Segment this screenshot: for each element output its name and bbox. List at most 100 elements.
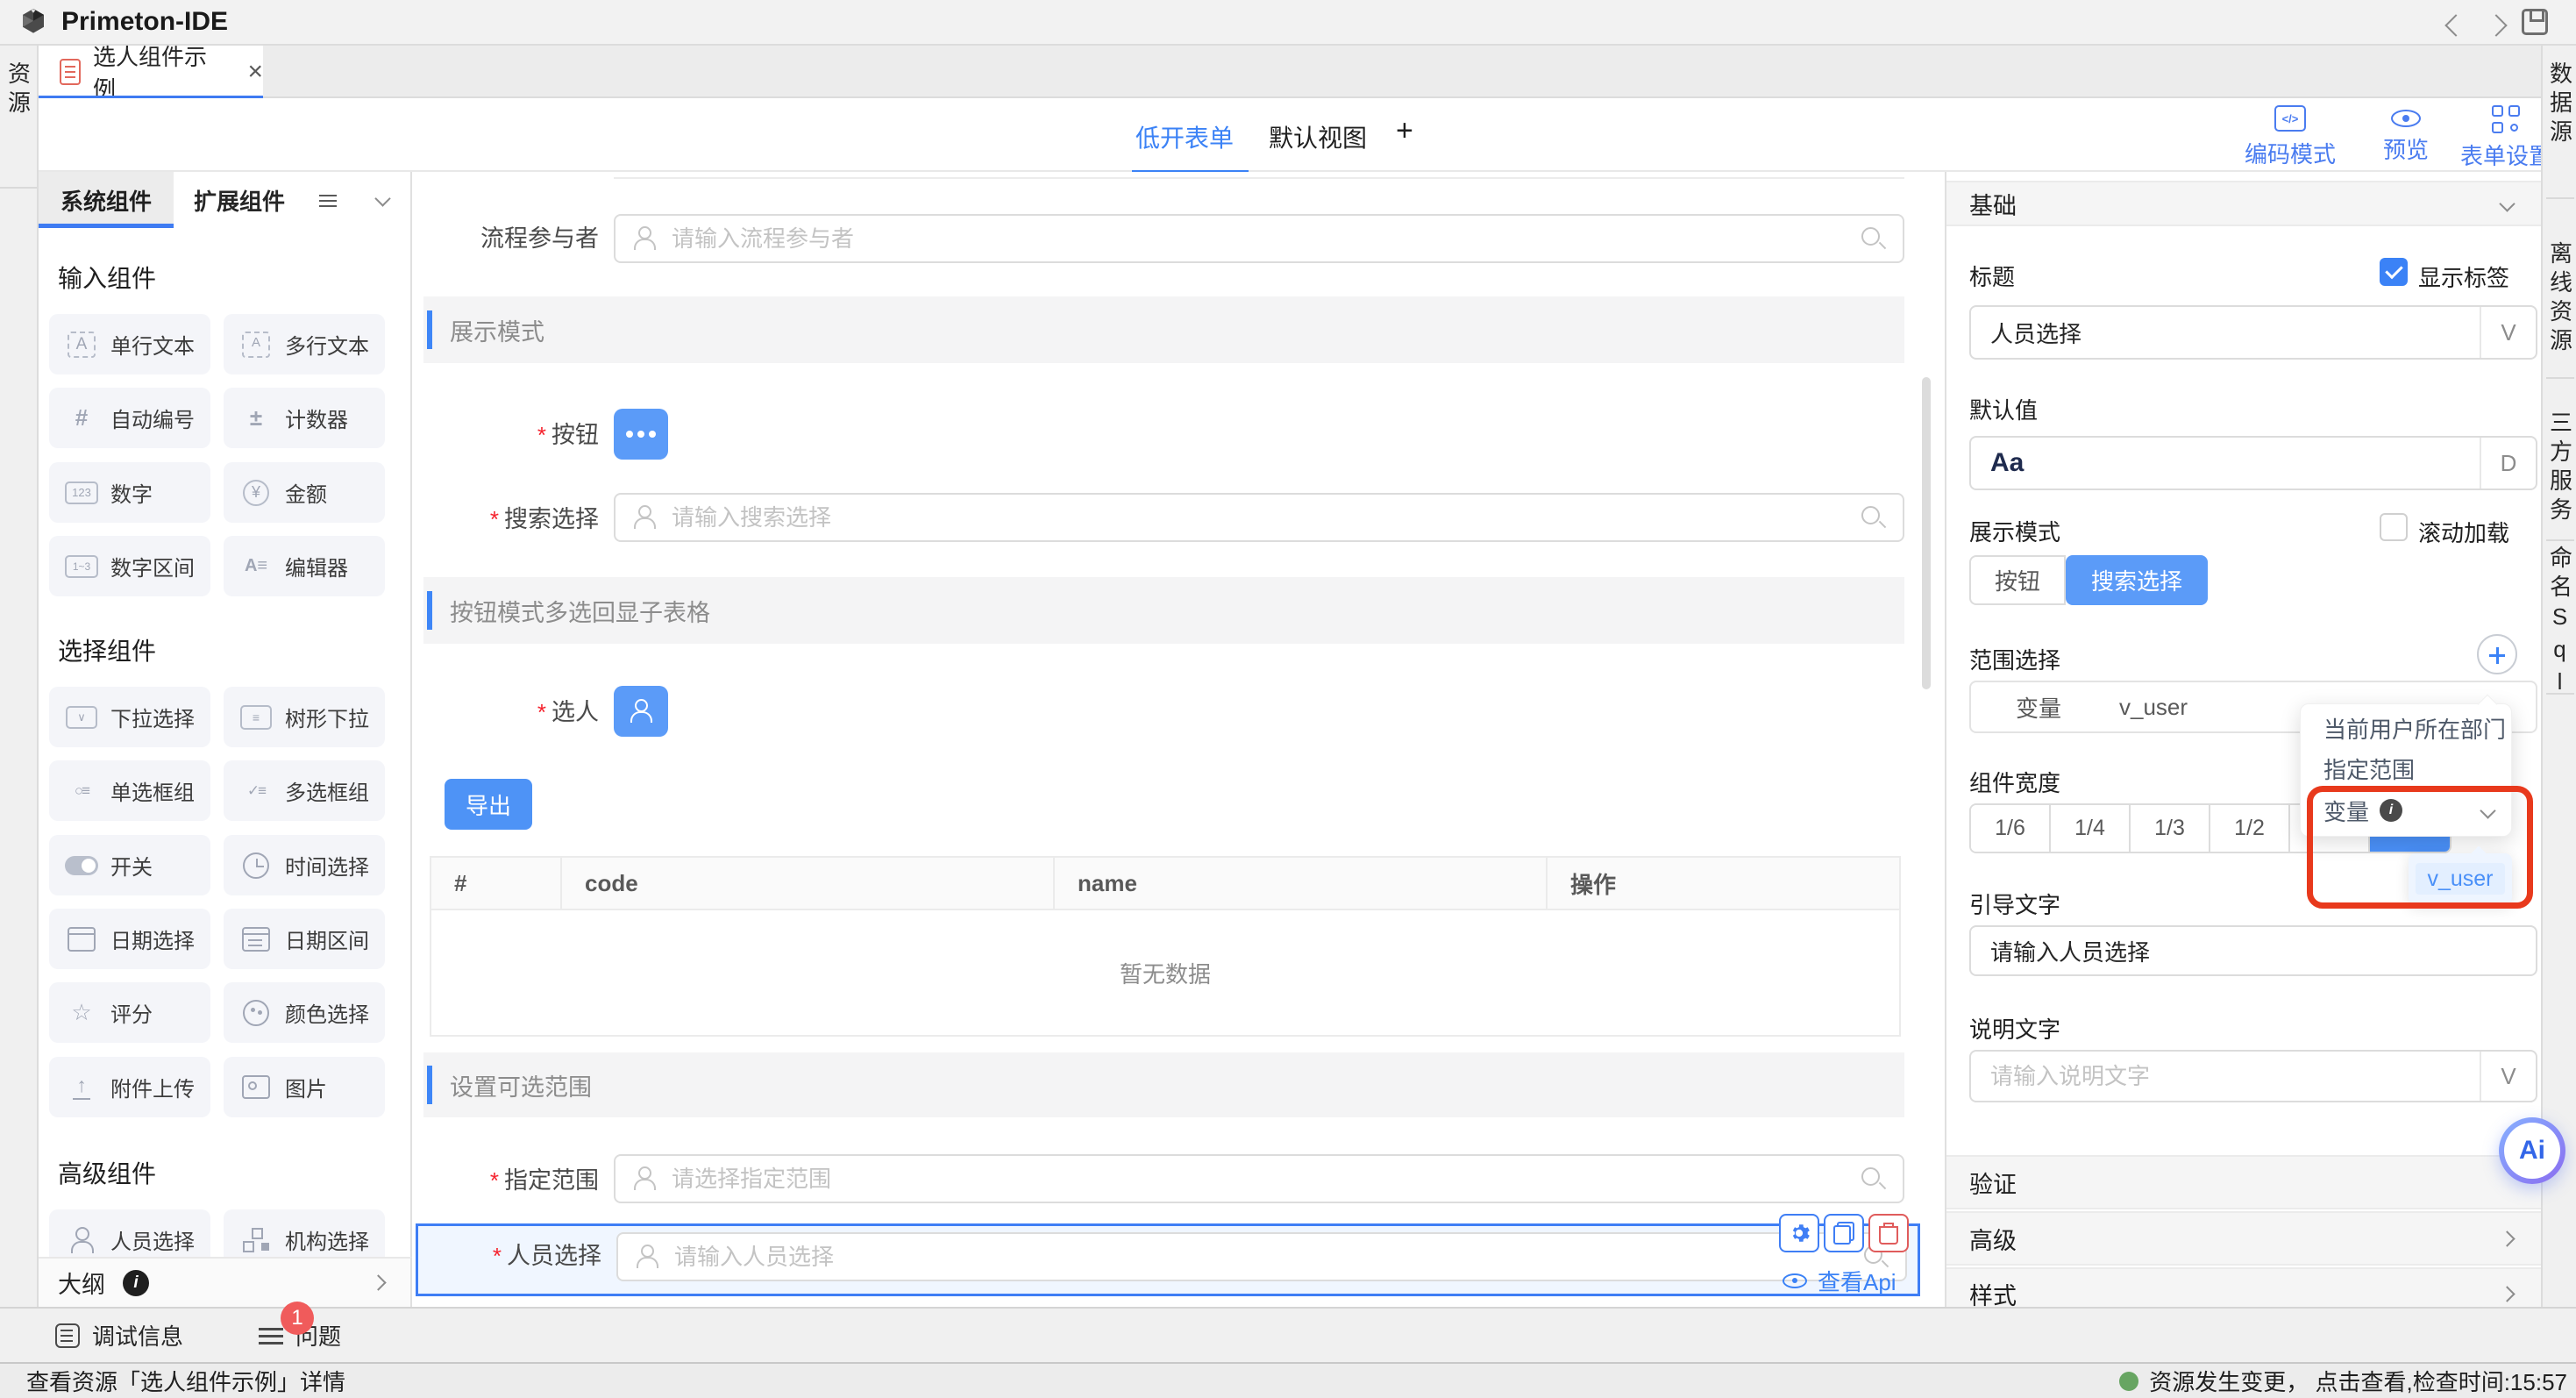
view-tab-form[interactable]: 低开表单 <box>1135 119 1234 154</box>
width-option-1-2[interactable]: 1/2 <box>2210 805 2290 852</box>
nav-back-icon[interactable] <box>2444 14 2466 36</box>
export-button[interactable]: 导出 <box>445 779 532 830</box>
add-view-tab-button[interactable]: + <box>1396 114 1413 148</box>
tab-extension-components[interactable]: 扩展组件 <box>174 172 305 228</box>
status-right[interactable]: 资源发生变更， 点击查看,检查时间:15:57 <box>2119 1365 2567 1397</box>
view-api-link[interactable]: 查看Api <box>1783 1265 1896 1297</box>
display-mode-button-option[interactable]: 按钮 <box>1969 555 2066 605</box>
title-variable-button[interactable]: V <box>2480 307 2536 358</box>
copy-icon <box>1833 1222 1854 1245</box>
search-select-input-field[interactable] <box>670 495 1847 540</box>
palette-item-color-picker[interactable]: 颜色选择 <box>224 982 385 1043</box>
person-picker-button[interactable] <box>614 686 668 737</box>
palette-item-counter[interactable]: ± 计数器 <box>224 388 385 448</box>
default-dynamic-button[interactable]: D <box>2480 438 2536 489</box>
title-value-input[interactable]: V <box>1969 305 2537 360</box>
scroll-load-checkbox[interactable] <box>2380 513 2408 541</box>
tab-system-components[interactable]: 系统组件 <box>39 172 174 228</box>
palette-item-person-select[interactable]: 人员选择 <box>49 1209 210 1257</box>
palette-item-switch[interactable]: 开关 <box>49 835 210 895</box>
person-select-input-field[interactable] <box>672 1234 1849 1280</box>
title-bar: Primeton-IDE <box>0 0 2576 46</box>
width-option-1-4[interactable]: 1/4 <box>2051 805 2131 852</box>
document-tab[interactable]: 选人组件示例 <box>39 46 263 98</box>
default-value-input[interactable]: D <box>1969 436 2537 490</box>
image-icon <box>242 1075 270 1099</box>
search-select-input[interactable] <box>614 493 1904 542</box>
org-select-icon <box>243 1228 269 1252</box>
rail-item-named-sql[interactable]: 命名Sql <box>2543 530 2576 701</box>
code-mode-button[interactable]: 编码模式 <box>2225 105 2355 169</box>
note-text-field[interactable] <box>1971 1052 2480 1101</box>
participant-input-field[interactable] <box>670 216 1847 261</box>
palette-item-org-select[interactable]: 机构选择 <box>224 1209 385 1257</box>
note-text-input[interactable]: V <box>1969 1050 2537 1102</box>
ai-assistant-button[interactable]: Ai <box>2499 1117 2565 1184</box>
close-icon[interactable] <box>247 59 263 85</box>
palette-item-radio-group[interactable]: ○≡ 单选框组 <box>49 760 210 821</box>
note-variable-button[interactable]: V <box>2480 1052 2536 1101</box>
popup-option-current-department[interactable]: 当前用户所在部门 <box>2301 708 2511 748</box>
variable-option-v-user[interactable]: v_user <box>2416 863 2505 895</box>
popup-option-specified-range[interactable]: 指定范围 <box>2301 748 2511 788</box>
palette-item-editor[interactable]: A≡ 编辑器 <box>224 536 385 596</box>
outline-row[interactable]: 大纲 <box>39 1257 412 1307</box>
field-delete-button[interactable] <box>1868 1214 1909 1252</box>
width-option-1-3[interactable]: 1/3 <box>2131 805 2210 852</box>
palette-item-image[interactable]: 图片 <box>224 1057 385 1117</box>
participant-input[interactable] <box>614 214 1904 263</box>
chevron-right-icon <box>2499 1230 2515 1246</box>
section-validation[interactable]: 验证 <box>1946 1155 2543 1209</box>
rail-item-resources[interactable]: 资源 <box>0 46 37 189</box>
palette-item-time-picker[interactable]: 时间选择 <box>224 835 385 895</box>
chevron-right-icon <box>2499 1286 2515 1302</box>
palette-item-currency[interactable]: ¥ 金额 <box>224 462 385 523</box>
nav-forward-icon[interactable] <box>2485 14 2507 36</box>
default-value-field[interactable] <box>1971 438 2480 489</box>
palette-collapse-icon[interactable] <box>374 190 390 206</box>
rail-item-offline-resources[interactable]: 离线资源 <box>2543 225 2576 357</box>
field-settings-button[interactable] <box>1779 1214 1819 1252</box>
display-mode-search-option[interactable]: 搜索选择 <box>2066 555 2208 605</box>
preview-button[interactable]: 预览 <box>2360 105 2451 165</box>
palette-item-upload[interactable]: ↑ 附件上传 <box>49 1057 210 1117</box>
palette-item-checkbox-group[interactable]: ✓≡ 多选框组 <box>224 760 385 821</box>
specified-range-input[interactable] <box>614 1154 1904 1203</box>
palette-item-number-range[interactable]: 1~3 数字区间 <box>49 536 210 596</box>
canvas-scrollbar[interactable] <box>1922 377 1931 689</box>
guide-text-field[interactable] <box>1971 927 2536 974</box>
specified-range-input-field[interactable] <box>670 1156 1847 1202</box>
palette-menu-icon[interactable] <box>319 195 337 207</box>
palette-item-date-range[interactable]: 日期区间 <box>224 909 385 969</box>
palette-item-auto-number[interactable]: # 自动编号 <box>49 388 210 448</box>
rail-item-third-party-services[interactable]: 三方服务 <box>2543 395 2576 526</box>
status-left-text[interactable]: 查看资源「选人组件示例」详情 <box>26 1365 345 1397</box>
palette-item-multi-line-text[interactable]: A 多行文本 <box>224 314 385 374</box>
width-option-1-6[interactable]: 1/6 <box>1971 805 2051 852</box>
search-icon <box>1861 1166 1885 1191</box>
guide-text-input[interactable] <box>1969 925 2537 976</box>
palette-item-dropdown-select[interactable]: ∨ 下拉选择 <box>49 687 210 747</box>
prop-label-display-mode: 展示模式 <box>1969 515 2060 547</box>
add-range-icon[interactable] <box>2477 634 2517 674</box>
palette-item-single-line-text[interactable]: A 单行文本 <box>49 314 210 374</box>
popup-option-variable[interactable]: 变量 <box>2301 790 2511 831</box>
palette-item-date-picker[interactable]: 日期选择 <box>49 909 210 969</box>
date-range-icon <box>242 927 270 952</box>
section-advanced[interactable]: 高级 <box>1946 1211 2543 1266</box>
palette-item-number[interactable]: 123 数字 <box>49 462 210 523</box>
rail-item-datasource[interactable]: 数据源 <box>2543 46 2576 148</box>
field-copy-button[interactable] <box>1824 1214 1864 1252</box>
section-basic[interactable]: 基础 <box>1946 181 2543 226</box>
person-select-input[interactable] <box>616 1232 1907 1281</box>
view-tab-default[interactable]: 默认视图 <box>1269 119 1367 154</box>
palette-item-rating[interactable]: ☆ 评分 <box>49 982 210 1043</box>
debug-info-button[interactable]: 调试信息 <box>55 1319 183 1352</box>
palette-item-tree-dropdown[interactable]: ≡ 树形下拉 <box>224 687 385 747</box>
selected-field-person-select[interactable]: *人员选择 查看Api <box>416 1223 1920 1296</box>
show-label-checkbox[interactable] <box>2380 258 2408 286</box>
switch-icon <box>65 856 98 875</box>
picker-ellipsis-button[interactable] <box>614 409 668 460</box>
save-icon[interactable] <box>2522 9 2548 35</box>
title-value-field[interactable] <box>1971 307 2480 358</box>
